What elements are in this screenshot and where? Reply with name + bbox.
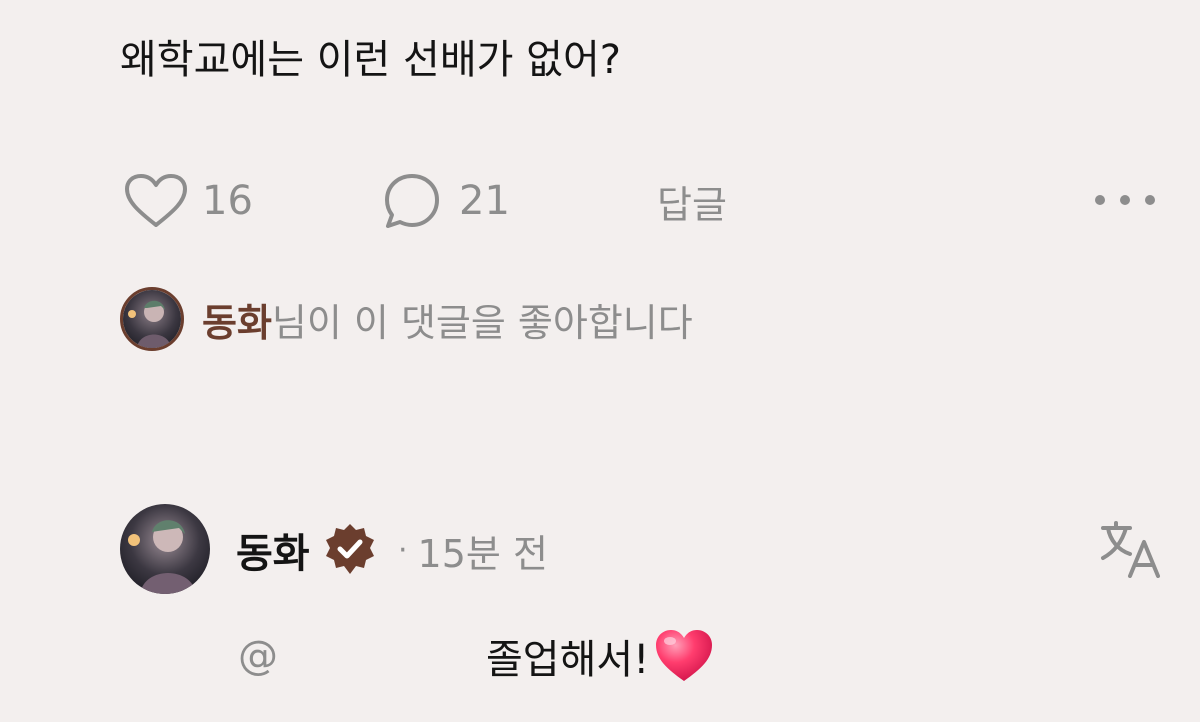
reply-author-name[interactable]: 동화 [236, 521, 310, 579]
verified-badge-icon [325, 524, 374, 574]
mention-link[interactable]: @ [238, 626, 278, 686]
reply-author-avatar[interactable] [120, 504, 210, 594]
reply-button[interactable]: 답글 [657, 172, 727, 230]
reply-meta: · 15분 전 [398, 520, 548, 580]
reply-timestamp: 15분 전 [417, 531, 548, 576]
meta-separator: · [398, 532, 408, 568]
liked-by-suffix: 님이 이 댓글을 좋아합니다 [271, 300, 693, 345]
reply-body: 졸업해서! [486, 626, 715, 686]
comment-count: 21 [459, 178, 510, 224]
liked-by-avatar[interactable] [120, 287, 184, 351]
like-button[interactable]: 16 [124, 172, 253, 230]
more-icon [1095, 195, 1155, 205]
liked-by-row: 동화님이 이 댓글을 좋아합니다 [120, 287, 693, 351]
comment-bubble-icon [385, 174, 439, 228]
heart-icon [125, 174, 187, 227]
liked-by-text: 동화님이 이 댓글을 좋아합니다 [202, 292, 693, 347]
reply-text: 졸업해서! [486, 637, 650, 683]
red-heart-emoji [656, 630, 713, 681]
translate-button[interactable] [1100, 520, 1162, 582]
more-options-button[interactable] [1092, 188, 1158, 212]
liked-by-name[interactable]: 동화 [202, 301, 272, 345]
reply-author: 동화 [236, 520, 378, 580]
translate-icon [1101, 521, 1160, 578]
like-count: 16 [202, 178, 253, 224]
comment-button[interactable]: 21 [383, 172, 510, 230]
post-text: 왜학교에는 이런 선배가 없어? [120, 37, 621, 83]
